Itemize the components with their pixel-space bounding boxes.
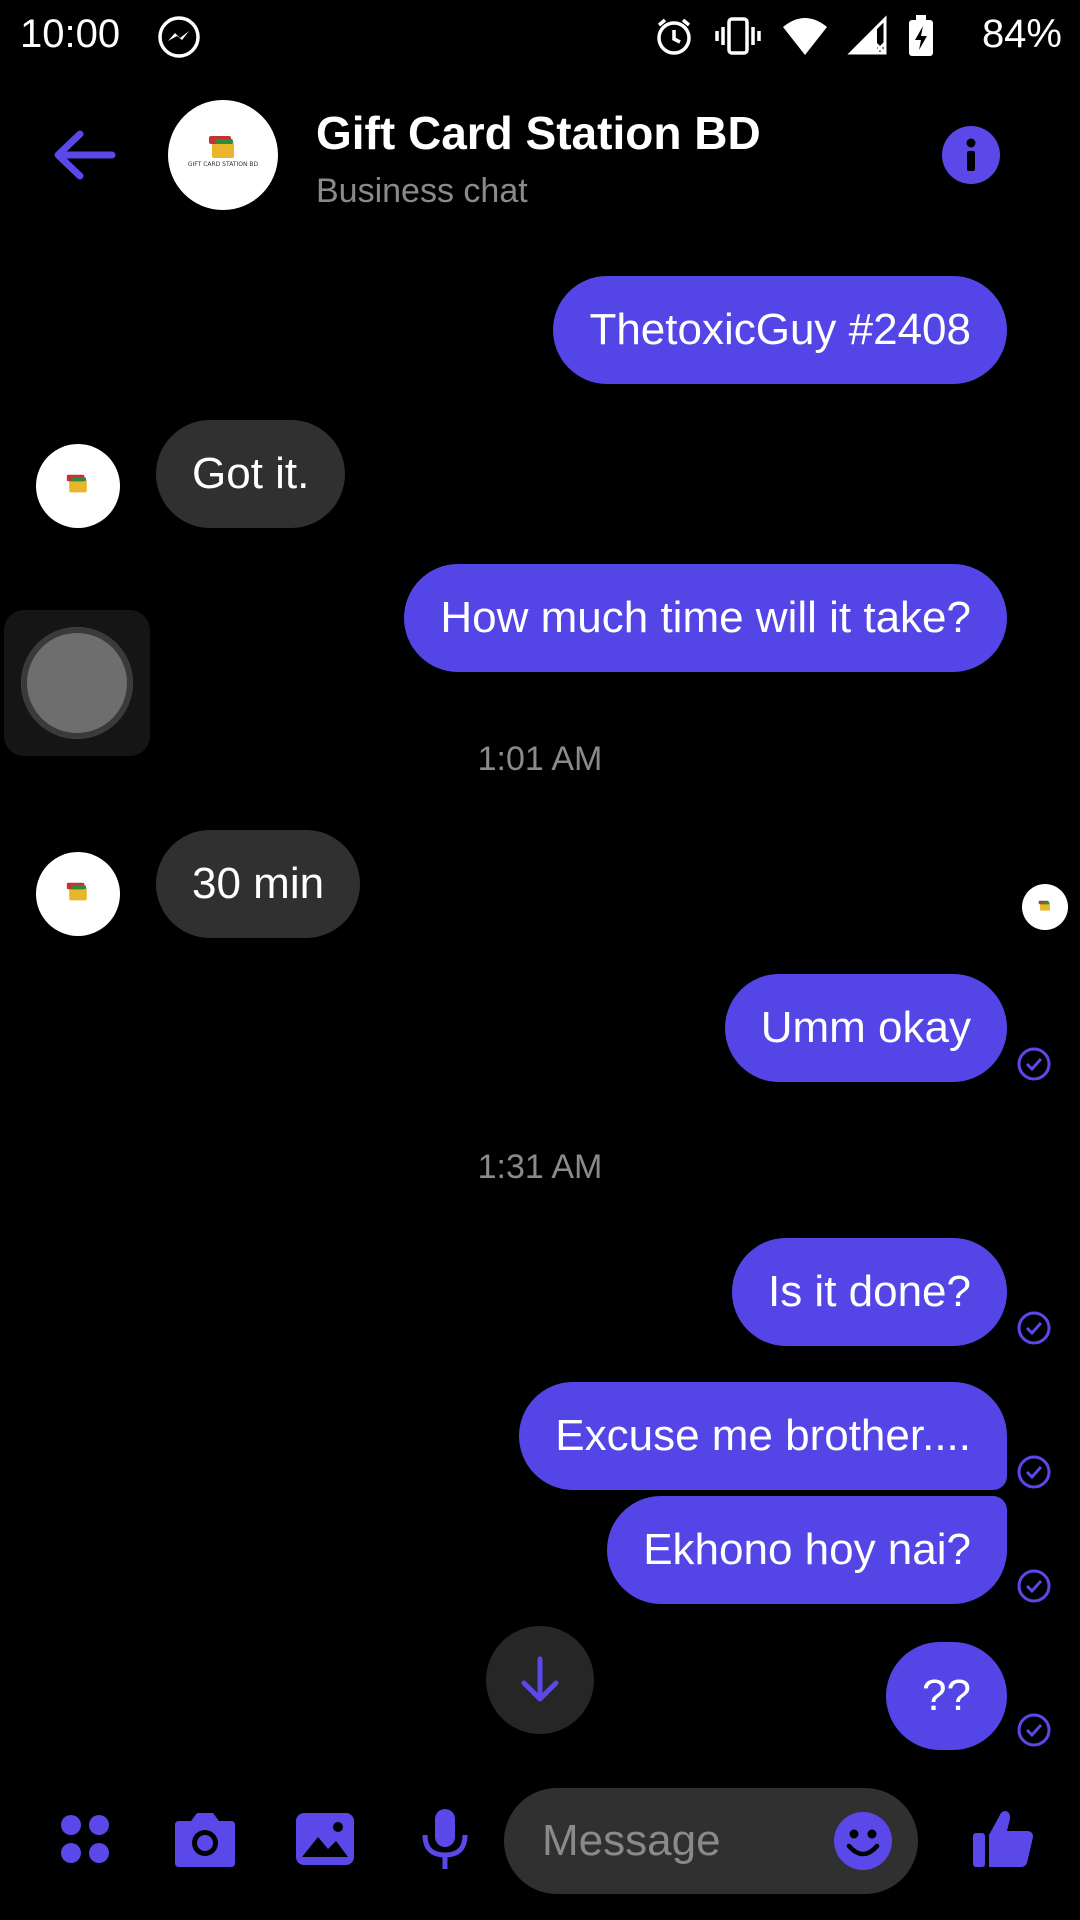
camera-button[interactable] — [170, 1804, 240, 1874]
contact-avatar-small[interactable] — [36, 444, 120, 528]
message-bubble-incoming[interactable]: Got it. — [156, 420, 346, 528]
battery-percent: 84% — [981, 12, 1062, 56]
status-time: 10:00 — [20, 12, 121, 56]
thumbs-up-icon — [973, 1811, 1033, 1867]
delivered-check-icon — [1017, 1713, 1051, 1747]
voice-button[interactable] — [410, 1804, 480, 1874]
more-actions-button[interactable] — [50, 1804, 120, 1874]
camera-icon — [175, 1813, 235, 1867]
message-bubble-incoming[interactable]: 30 min — [156, 830, 361, 938]
message-bubble-outgoing[interactable]: ?? — [886, 1642, 1007, 1750]
wifi-icon — [783, 18, 827, 55]
message-bubble-outgoing[interactable]: Is it done? — [731, 1238, 1007, 1346]
read-receipt-avatar — [1022, 884, 1068, 930]
info-button[interactable] — [942, 126, 1000, 184]
message-bubble-outgoing[interactable]: Ekhono hoy nai? — [607, 1496, 1007, 1604]
contact-avatar-small[interactable] — [36, 852, 120, 936]
apps-grid-icon — [61, 1815, 109, 1863]
composer-bar: Message — [0, 1786, 1080, 1896]
scroll-to-bottom-button[interactable] — [486, 1626, 594, 1734]
gift-card-logo: GIFT CARD STATION BD — [188, 136, 258, 168]
info-icon — [966, 138, 976, 171]
message-input[interactable]: Message — [504, 1788, 918, 1894]
arrow-down-icon — [521, 1656, 559, 1702]
image-icon — [296, 1813, 354, 1865]
signal-icon — [847, 15, 887, 55]
delivered-check-icon — [1017, 1311, 1051, 1345]
battery-charging-icon — [909, 15, 933, 56]
message-bubble-outgoing[interactable]: How much time will it take? — [404, 564, 1007, 672]
like-button[interactable] — [968, 1804, 1038, 1874]
status-icons — [653, 14, 935, 58]
chat-head-bubble[interactable] — [4, 610, 150, 756]
timestamp: 1:31 AM — [477, 1148, 603, 1186]
gallery-button[interactable] — [290, 1804, 360, 1874]
messenger-icon — [156, 14, 202, 65]
message-bubble-outgoing[interactable]: ThetoxicGuy #2408 — [553, 276, 1007, 384]
emoji-icon[interactable] — [832, 1810, 894, 1872]
contact-avatar[interactable]: GIFT CARD STATION BD — [168, 100, 278, 210]
message-placeholder: Message — [542, 1816, 721, 1865]
message-bubble-outgoing[interactable]: Umm okay — [724, 974, 1007, 1082]
microphone-icon — [422, 1809, 468, 1869]
back-button[interactable] — [52, 128, 116, 182]
chat-title[interactable]: Gift Card Station BD — [316, 106, 761, 160]
chat-head-avatar — [21, 627, 133, 739]
delivered-check-icon — [1017, 1455, 1051, 1489]
delivered-check-icon — [1017, 1569, 1051, 1603]
timestamp: 1:01 AM — [477, 740, 603, 778]
vibrate-icon — [715, 17, 761, 55]
chat-subtitle: Business chat — [316, 172, 528, 210]
alarm-icon — [657, 18, 691, 55]
delivered-check-icon — [1017, 1047, 1051, 1081]
message-bubble-outgoing[interactable]: Excuse me brother.... — [519, 1382, 1007, 1490]
